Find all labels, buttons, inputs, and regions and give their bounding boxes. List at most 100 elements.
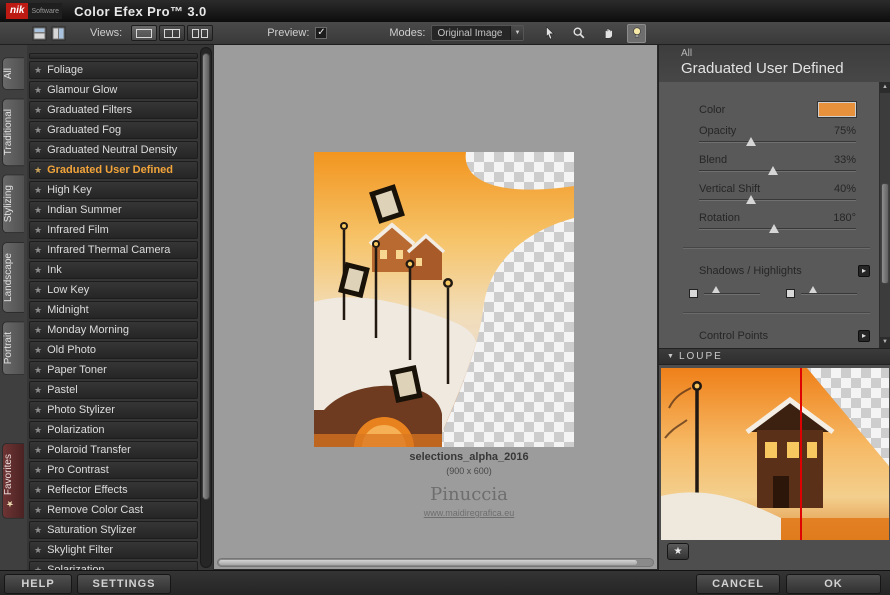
slider-track[interactable] — [699, 199, 856, 201]
filter-star-icon: ★ — [34, 485, 42, 496]
expand-control-points-button[interactable]: ▸ — [858, 330, 870, 342]
filter-item-11[interactable]: ★ Low Key — [29, 281, 198, 299]
filter-item-23[interactable]: ★ Saturation Stylizer — [29, 521, 198, 539]
color-swatch[interactable] — [818, 102, 856, 117]
slider-marker[interactable] — [746, 195, 756, 204]
filter-item-0[interactable]: ★ Foliage — [29, 61, 198, 79]
highlights-checkbox[interactable] — [786, 289, 795, 298]
filter-item-9[interactable]: ★ Infrared Thermal Camera — [29, 241, 198, 259]
preview-horizontal-scrollbar[interactable] — [217, 558, 654, 567]
thumbnail-browser-icon[interactable] — [32, 26, 47, 41]
highlights-slider[interactable] — [786, 289, 857, 298]
panel-scroll-thumb[interactable] — [881, 183, 889, 284]
filter-item-label: Indian Summer — [47, 204, 122, 216]
tab-stylizing[interactable]: Stylizing — [2, 174, 24, 233]
modes-selected-value: Original Image — [432, 28, 510, 39]
filter-item-label: Ink — [47, 264, 62, 276]
filter-item-label: Low Key — [47, 284, 89, 296]
filter-item-15[interactable]: ★ Paper Toner — [29, 361, 198, 379]
zoom-tool-button[interactable] — [569, 24, 588, 43]
artist-website: www.maidiregrafica.eu — [329, 508, 609, 518]
preview-checkbox[interactable]: ✓ — [315, 27, 327, 39]
preview-image[interactable] — [314, 152, 574, 447]
highlights-slider-marker[interactable] — [809, 286, 817, 293]
dropdown-arrow-icon[interactable]: ▼ — [510, 26, 523, 40]
tab-traditional[interactable]: Traditional — [2, 98, 24, 166]
slider-label: Vertical Shift — [699, 183, 760, 195]
filter-item-1[interactable]: ★ Glamour Glow — [29, 81, 198, 99]
shadows-slider[interactable] — [689, 289, 760, 298]
filter-item-label: Monday Morning — [47, 324, 129, 336]
filter-item-24[interactable]: ★ Skylight Filter — [29, 541, 198, 559]
shadows-checkbox[interactable] — [689, 289, 698, 298]
filter-item-10[interactable]: ★ Ink — [29, 261, 198, 279]
filter-item-20[interactable]: ★ Pro Contrast — [29, 461, 198, 479]
filter-item-4[interactable]: ★ Graduated Neutral Density — [29, 141, 198, 159]
filter-list-scrollbar[interactable] — [200, 47, 212, 568]
filter-star-icon: ★ — [34, 105, 42, 116]
filter-item-22[interactable]: ★ Remove Color Cast — [29, 501, 198, 519]
tab-portrait[interactable]: Portrait — [2, 321, 24, 375]
modes-dropdown[interactable]: Original Image ▼ — [431, 25, 524, 41]
filter-item-2[interactable]: ★ Graduated Filters — [29, 101, 198, 119]
side-by-side-view-button[interactable] — [187, 25, 213, 41]
tab-landscape[interactable]: Landscape — [2, 242, 24, 313]
collapse-arrow-icon: ▼ — [667, 353, 674, 360]
filter-item-label: Graduated Filters — [47, 104, 132, 116]
split-browser-icon[interactable] — [51, 26, 66, 41]
highlights-slider-track[interactable] — [801, 293, 857, 295]
filter-star-icon: ★ — [34, 465, 42, 476]
filter-item-7[interactable]: ★ Indian Summer — [29, 201, 198, 219]
slider-track[interactable] — [699, 141, 856, 143]
filter-item-12[interactable]: ★ Midnight — [29, 301, 198, 319]
loupe-view[interactable] — [661, 368, 889, 540]
loupe-favorite-button[interactable]: ★ — [667, 543, 689, 560]
side-by-side-view-icon — [192, 29, 208, 38]
split-view-button[interactable] — [159, 25, 185, 41]
filter-item-14[interactable]: ★ Old Photo — [29, 341, 198, 359]
slider-marker[interactable] — [769, 224, 779, 233]
filter-star-icon: ★ — [34, 185, 42, 196]
ok-button[interactable]: OK — [786, 574, 881, 594]
window-title: Color Efex Pro™ 3.0 — [74, 4, 207, 19]
loupe-header[interactable]: ▼ LOUPE — [659, 348, 890, 365]
filter-item-21[interactable]: ★ Reflector Effects — [29, 481, 198, 499]
filter-item-5[interactable]: ★ Graduated User Defined — [29, 161, 198, 179]
filter-star-icon: ★ — [34, 205, 42, 216]
single-view-button[interactable] — [131, 25, 157, 41]
filter-list-scroll-thumb[interactable] — [202, 53, 210, 499]
tab-favorites[interactable]: ★ Favorites — [2, 443, 24, 519]
slider-marker[interactable] — [746, 137, 756, 146]
filter-item-16[interactable]: ★ Pastel — [29, 381, 198, 399]
filter-item-clipped[interactable] — [29, 53, 198, 59]
scroll-up-icon[interactable]: ▲ — [880, 82, 890, 93]
filter-item-19[interactable]: ★ Polaroid Transfer — [29, 441, 198, 459]
preview-horizontal-scroll-thumb[interactable] — [219, 560, 637, 565]
settings-button[interactable]: SETTINGS — [77, 574, 171, 594]
filter-star-icon: ★ — [34, 305, 42, 316]
shadows-slider-track[interactable] — [704, 293, 760, 295]
slider-value: 40% — [834, 183, 856, 195]
expand-shadows-highlights-button[interactable]: ▸ — [858, 265, 870, 277]
tab-label: Favorites — [3, 454, 14, 495]
background-color-tool-button[interactable] — [627, 24, 646, 43]
filter-item-13[interactable]: ★ Monday Morning — [29, 321, 198, 339]
filter-item-6[interactable]: ★ High Key — [29, 181, 198, 199]
slider-label: Blend — [699, 154, 727, 166]
filter-item-8[interactable]: ★ Infrared Film — [29, 221, 198, 239]
filter-item-3[interactable]: ★ Graduated Fog — [29, 121, 198, 139]
select-tool-button[interactable] — [540, 24, 559, 43]
slider-marker[interactable] — [768, 166, 778, 175]
toolbar: Views: Preview: ✓ Modes: Original Image … — [0, 22, 890, 45]
shadows-slider-marker[interactable] — [712, 286, 720, 293]
cancel-button[interactable]: CANCEL — [696, 574, 780, 594]
scroll-down-icon[interactable]: ▼ — [880, 337, 890, 348]
pan-tool-button[interactable] — [598, 24, 617, 43]
help-button[interactable]: HELP — [4, 574, 72, 594]
tab-all[interactable]: All — [2, 57, 24, 90]
filter-item-17[interactable]: ★ Photo Stylizer — [29, 401, 198, 419]
preview-label: Preview: — [267, 27, 309, 39]
panel-scrollbar[interactable]: ▲ ▼ — [879, 82, 890, 348]
filter-item-18[interactable]: ★ Polarization — [29, 421, 198, 439]
filter-item-25[interactable]: ★ Solarization — [29, 561, 198, 570]
